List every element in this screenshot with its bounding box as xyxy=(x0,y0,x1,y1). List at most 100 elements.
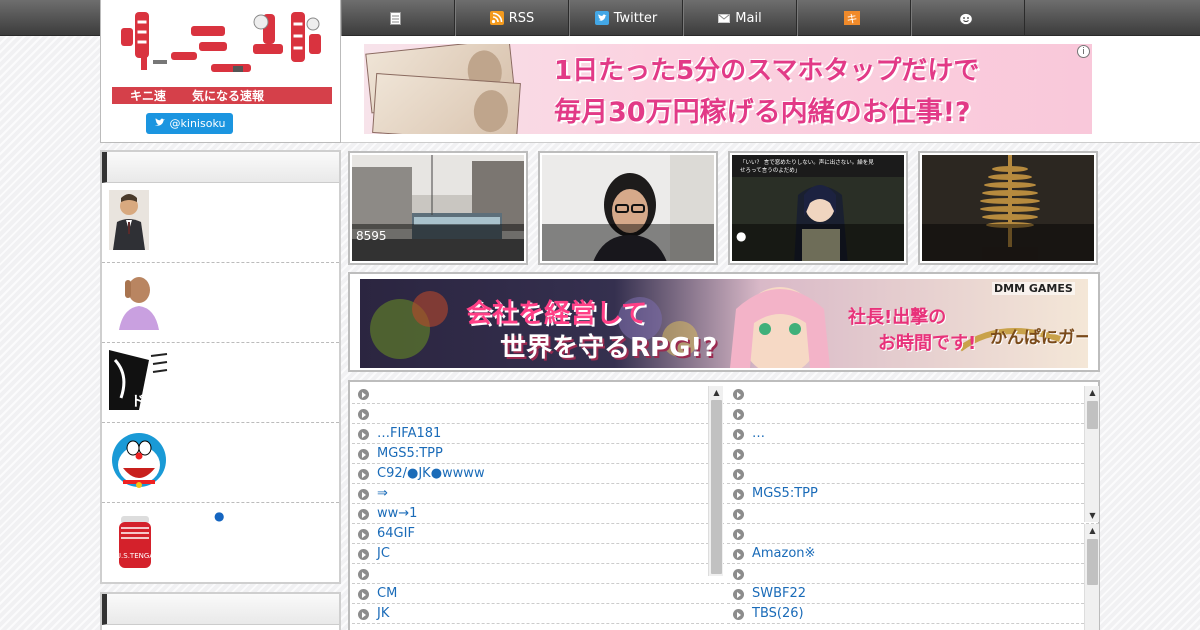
list-item[interactable] xyxy=(352,404,724,424)
ranking-item[interactable] xyxy=(102,263,339,343)
ranking-item[interactable] xyxy=(102,183,339,263)
arrow-bullet-icon xyxy=(733,389,744,400)
site-name: キニ速 xyxy=(130,89,167,103)
list-item[interactable]: ww→1 xyxy=(352,504,724,524)
nav-item-twitter[interactable]: Twitter xyxy=(569,0,683,36)
nav-item-kinisoku[interactable]: キ xyxy=(797,0,911,36)
list-item[interactable]: … xyxy=(727,424,1099,444)
list-item[interactable] xyxy=(727,464,1099,484)
kinisoku-mark-icon: キ xyxy=(843,11,860,26)
scrollbar-thumb[interactable] xyxy=(1087,401,1098,429)
feature-caption xyxy=(542,224,714,261)
ad-mid-line1: 会社を経営して xyxy=(466,299,648,329)
list-item-text: C92/●JK●wwww xyxy=(377,466,485,481)
panel-header xyxy=(102,594,339,625)
feature-image-woman-glasses xyxy=(542,155,714,261)
scroll-up-arrow-icon[interactable]: ▲ xyxy=(709,386,724,399)
list-item-text: … xyxy=(752,426,765,441)
list-item[interactable] xyxy=(727,384,1099,404)
link-list-left: …FIFA181 MGS5:TPP C92/●JK●wwww ⇒ ww→1 64… xyxy=(352,384,724,630)
ad-mid-brand: DMM GAMES xyxy=(992,282,1075,295)
list-item-text: …FIFA181 xyxy=(377,426,442,441)
list-item[interactable]: TBS(26) xyxy=(727,604,1099,624)
list-item[interactable]: 64GIF xyxy=(352,524,724,544)
list-item[interactable] xyxy=(727,504,1099,524)
twitter-follow-button[interactable]: @kinisoku xyxy=(146,113,233,134)
list-item-text: 64GIF xyxy=(377,526,415,541)
list-item[interactable] xyxy=(727,564,1099,584)
list-item[interactable]: JC xyxy=(352,544,724,564)
list-item-text: JK xyxy=(377,606,390,621)
sidebar-ranking-panel: ド U.S.TENGA ● xyxy=(100,150,341,584)
list-item[interactable] xyxy=(727,524,1099,544)
list-item-text: ww→1 xyxy=(377,506,418,521)
scrollbar-thumb[interactable] xyxy=(711,400,722,574)
ranking-title: ● xyxy=(214,509,225,523)
arrow-bullet-icon xyxy=(733,589,744,600)
right-list-scrollbar-1[interactable]: ▲ ▼ xyxy=(1084,386,1099,522)
ranking-thumb-man-thinking xyxy=(109,270,169,330)
top-ad-banner[interactable]: 1日たった5分のスマホタップだけで 毎月30万円稼げる内緒のお仕事!? i xyxy=(364,44,1092,134)
list-item[interactable]: MGS5:TPP xyxy=(727,484,1099,504)
svg-text:ド: ド xyxy=(131,394,145,410)
feature-tile[interactable]: 8595 xyxy=(348,151,528,265)
list-item[interactable]: CM xyxy=(352,584,724,604)
feature-tile[interactable] xyxy=(918,151,1098,265)
right-list-scrollbar-2[interactable]: ▲ xyxy=(1084,524,1099,630)
nav-item-face[interactable] xyxy=(911,0,1025,36)
list-item[interactable] xyxy=(352,384,724,404)
twitter-icon xyxy=(594,11,609,25)
list-item-text: ⇒ xyxy=(377,486,388,501)
mid-ad-banner[interactable]: 会社を経営して 世界を守るRPG!? 社長!出撃の お時間です! DMM GAM… xyxy=(360,279,1088,368)
list-item-text: MGS5:TPP xyxy=(752,486,818,501)
arrow-bullet-icon xyxy=(358,489,369,500)
ranking-thumb-doraemon xyxy=(109,430,169,490)
arrow-bullet-icon xyxy=(358,549,369,560)
link-list-right: … MGS5:TPP Amazon※ SWBF22 TBS(26) xyxy=(727,384,1099,630)
arrow-bullet-icon xyxy=(358,449,369,460)
ad-mid-line4: お時間です! xyxy=(878,333,977,354)
list-item[interactable]: ⇒ xyxy=(352,484,724,504)
banknote-image xyxy=(372,73,521,134)
arrow-bullet-icon xyxy=(358,389,369,400)
left-list-scrollbar[interactable]: ▲ xyxy=(708,386,723,576)
ranking-thumb-man-in-suit xyxy=(109,190,149,250)
scroll-up-arrow-icon[interactable]: ▲ xyxy=(1085,386,1100,399)
scroll-down-arrow-icon[interactable]: ▼ xyxy=(1085,509,1100,522)
mid-ad-frame: 会社を経営して 世界を守るRPG!? 社長!出撃の お時間です! DMM GAM… xyxy=(348,272,1100,372)
svg-text:U.S.TENGA: U.S.TENGA xyxy=(116,552,154,560)
list-item[interactable]: JK xyxy=(352,604,724,624)
ranking-item[interactable]: ド xyxy=(102,343,339,423)
list-item[interactable]: MGS5:TPP xyxy=(352,444,724,464)
feature-tile[interactable]: 「いい？ 言で窓めたりしない。声に出さない。繰を見 せろって言うのよだめ」 ● xyxy=(728,151,908,265)
nav-item-rss[interactable]: RSS xyxy=(455,0,569,36)
link-list-frame: …FIFA181 MGS5:TPP C92/●JK●wwww ⇒ ww→1 64… xyxy=(348,380,1100,630)
list-item[interactable] xyxy=(727,404,1099,424)
svg-text:せろって言うのよだめ」: せろって言うのよだめ」 xyxy=(740,166,800,174)
scrollbar-thumb[interactable] xyxy=(1087,539,1098,585)
ad-info-icon[interactable]: i xyxy=(1077,45,1090,58)
nav-item-document[interactable] xyxy=(341,0,455,36)
list-item[interactable]: SWBF22 xyxy=(727,584,1099,604)
list-item[interactable]: …FIFA181 xyxy=(352,424,724,444)
list-item[interactable] xyxy=(727,444,1099,464)
ranking-item[interactable]: U.S.TENGA ● xyxy=(102,503,339,583)
svg-text:キ: キ xyxy=(846,13,857,26)
arrow-bullet-icon xyxy=(358,409,369,420)
feature-caption: ● xyxy=(732,224,904,261)
ranking-item[interactable] xyxy=(102,423,339,503)
nav-label: Mail xyxy=(735,10,762,26)
list-item[interactable]: C92/●JK●wwww xyxy=(352,464,724,484)
nav-item-mail[interactable]: Mail xyxy=(683,0,797,36)
list-item[interactable]: Amazon※ xyxy=(727,544,1099,564)
scroll-up-arrow-icon[interactable]: ▲ xyxy=(1085,524,1100,537)
rss-icon xyxy=(489,11,504,25)
document-icon xyxy=(390,11,401,25)
arrow-bullet-icon xyxy=(733,509,744,520)
ranking-thumb-manga-panel: ド xyxy=(109,350,169,410)
list-item[interactable] xyxy=(352,564,724,584)
feature-tile[interactable] xyxy=(538,151,718,265)
arrow-bullet-icon xyxy=(358,529,369,540)
face-icon xyxy=(958,12,973,25)
logo-illustration[interactable] xyxy=(113,8,331,80)
